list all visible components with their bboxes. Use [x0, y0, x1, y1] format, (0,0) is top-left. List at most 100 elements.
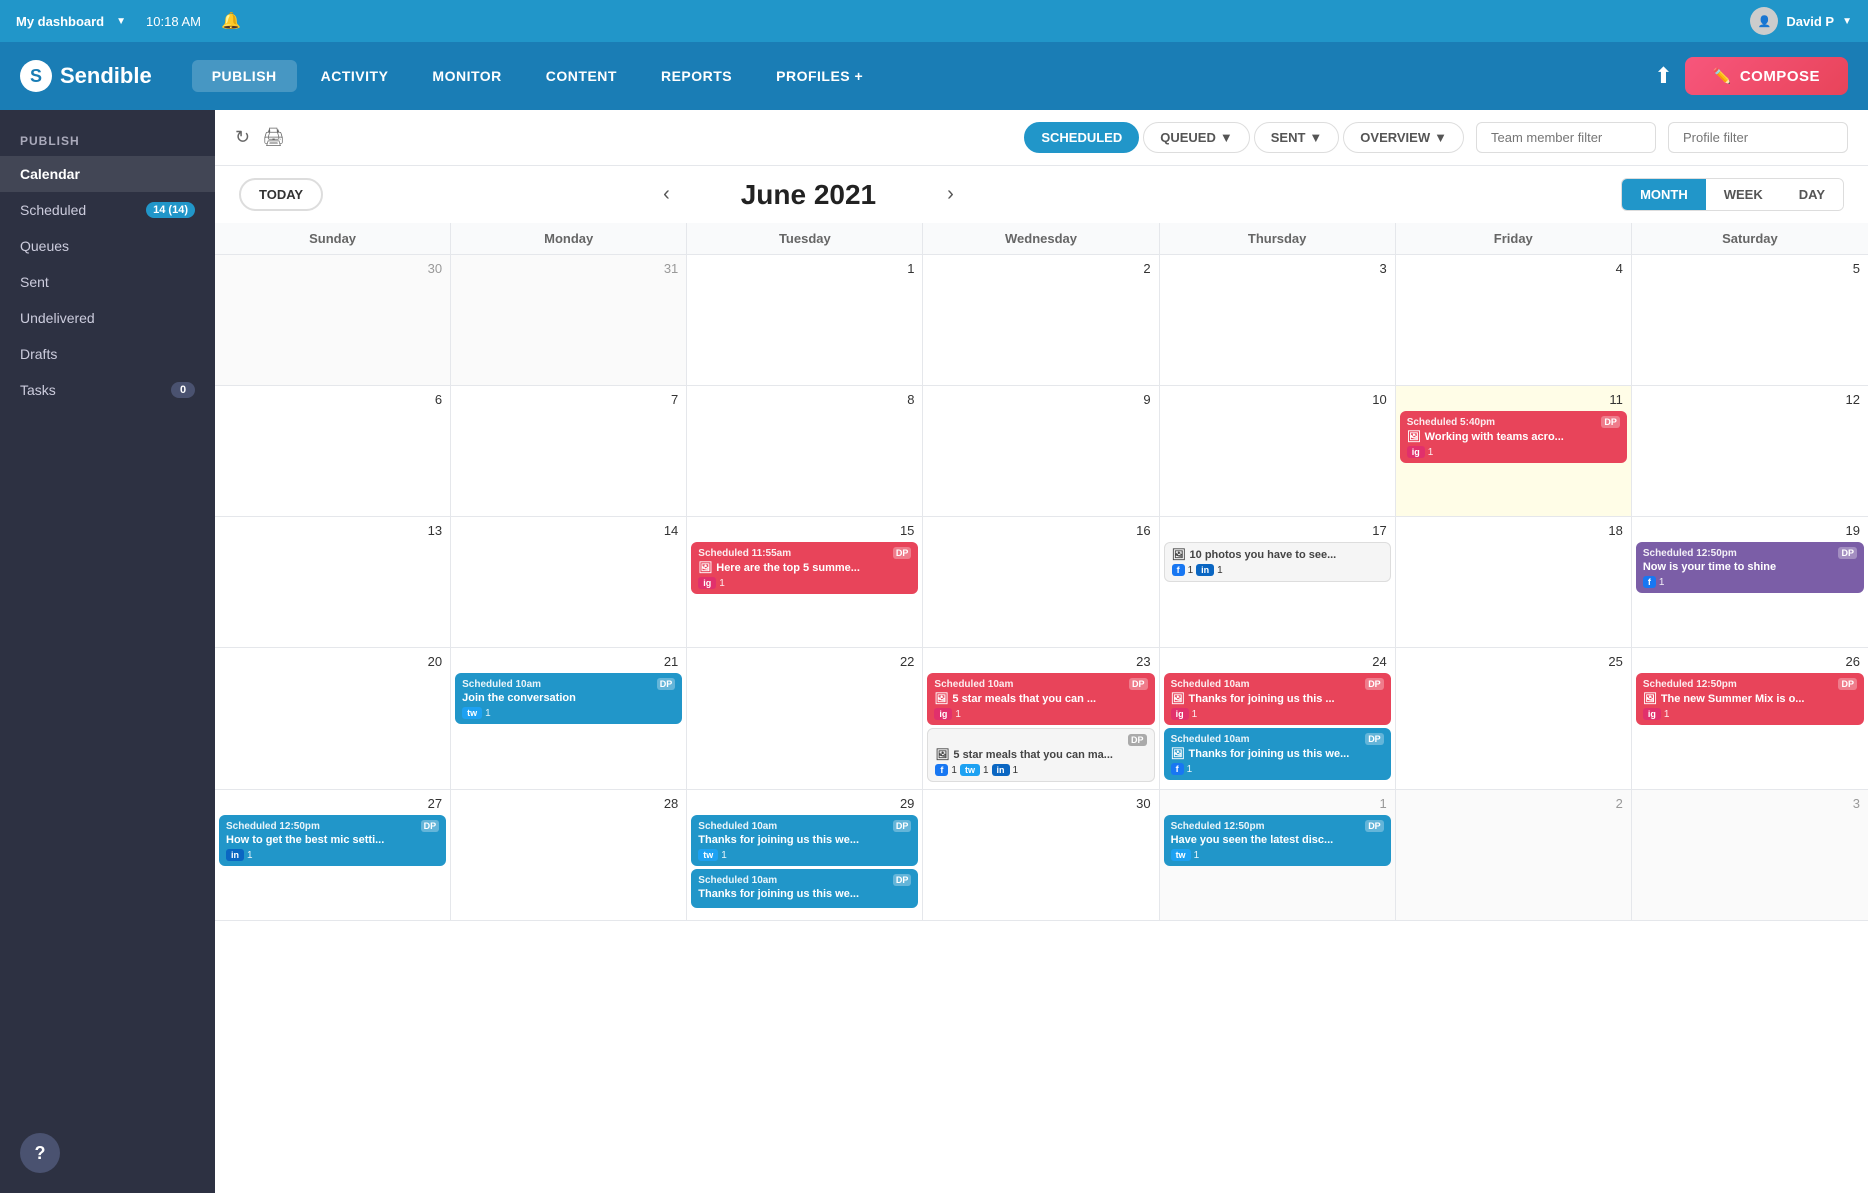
day-header-tuesday: Tuesday [687, 223, 923, 254]
event-title: Thanks for joining us this we... [698, 888, 911, 900]
cal-cell: 18 [1396, 517, 1632, 647]
tab-overview[interactable]: OVERVIEW ▼ [1343, 122, 1464, 153]
event-card[interactable]: Scheduled 12:50pm DP Have you seen the l… [1164, 815, 1391, 866]
event-dp: DP [893, 820, 912, 832]
dashboard-label[interactable]: My dashboard [16, 14, 104, 29]
nav-item-content[interactable]: CONTENT [526, 60, 637, 92]
sidebar-item-undelivered[interactable]: Undelivered [0, 300, 215, 336]
linkedin-badge: in [226, 849, 244, 861]
event-card[interactable]: Scheduled 11:55am DP 🖼Here are the top 5… [691, 542, 918, 594]
help-button[interactable]: ? [20, 1133, 60, 1173]
cal-cell: 17 🖼10 photos you have to see... f 1 in … [1160, 517, 1396, 647]
top-bar-time: 10:18 AM [146, 14, 201, 29]
sidebar-label-undelivered: Undelivered [20, 310, 195, 326]
facebook-badge: f [935, 764, 948, 776]
sidebar-item-queues[interactable]: Queues [0, 228, 215, 264]
calendar-month-title: June 2021 [698, 179, 918, 211]
cal-row-1: 30 31 1 2 3 4 5 [215, 255, 1868, 386]
event-time: Scheduled 11:55am [698, 548, 791, 559]
event-card[interactable]: Scheduled 12:50pm DP How to get the best… [219, 815, 446, 866]
prev-month-button[interactable]: ‹ [650, 179, 682, 211]
next-month-button[interactable]: › [934, 179, 966, 211]
view-week-button[interactable]: WEEK [1706, 179, 1781, 210]
sidebar-item-tasks[interactable]: Tasks 0 [0, 372, 215, 408]
event-dp: DP [1601, 416, 1620, 428]
social-count: 1 [1428, 447, 1434, 458]
cal-cell: 24 Scheduled 10am DP 🖼Thanks for joining… [1160, 648, 1396, 789]
nav-item-activity[interactable]: ACTIVITY [301, 60, 409, 92]
team-member-filter[interactable] [1476, 122, 1656, 153]
nav-item-monitor[interactable]: MONITOR [412, 60, 521, 92]
profile-filter[interactable] [1668, 122, 1848, 153]
event-card[interactable]: Scheduled 10am DP 🖼Thanks for joining us… [1164, 673, 1391, 725]
nav-item-reports[interactable]: REPORTS [641, 60, 752, 92]
event-card[interactable]: Scheduled 10am DP Thanks for joining us … [691, 815, 918, 866]
social-count: 1 [955, 709, 961, 720]
cal-cell: 28 [451, 790, 687, 920]
event-socials: ig 1 [698, 577, 911, 589]
event-dp: DP [1129, 678, 1148, 690]
event-card[interactable]: Scheduled 10am DP Join the conversation … [455, 673, 682, 724]
cal-cell: 3 [1160, 255, 1396, 385]
cal-date: 16 [927, 521, 1154, 540]
today-button[interactable]: TODAY [239, 178, 323, 211]
calendar-nav: ‹ June 2021 › [650, 179, 966, 211]
calendar-grid: Sunday Monday Tuesday Wednesday Thursday… [215, 223, 1868, 1193]
event-title: 🖼Working with teams acro... [1407, 430, 1620, 443]
cal-cell: 14 [451, 517, 687, 647]
sidebar-item-calendar[interactable]: Calendar [0, 156, 215, 192]
cal-date: 22 [691, 652, 918, 671]
event-card[interactable]: Scheduled 5:40pm DP 🖼Working with teams … [1400, 411, 1627, 463]
user-name[interactable]: David P [1786, 14, 1834, 29]
tab-sent[interactable]: SENT ▼ [1254, 122, 1340, 153]
content-area: ↻ 🖨 SCHEDULED QUEUED ▼ SENT ▼ OVERVIEW ▼… [215, 110, 1868, 1193]
logo[interactable]: S Sendible [20, 60, 152, 92]
event-socials: ig 1 [1643, 708, 1857, 720]
event-time: Scheduled 10am [1171, 734, 1250, 745]
upload-icon[interactable]: ⬆ [1654, 63, 1672, 89]
event-card[interactable]: Scheduled 10am DP 🖼5 star meals that you… [927, 673, 1154, 725]
cal-row-4: 20 21 Scheduled 10am DP Join the convers… [215, 648, 1868, 790]
event-time: Scheduled 5:40pm [1407, 417, 1495, 428]
print-icon[interactable]: 🖨 [262, 127, 285, 148]
instagram-badge: ig [1407, 446, 1425, 458]
sidebar-item-scheduled[interactable]: Scheduled 14 (14) [0, 192, 215, 228]
sidebar-item-drafts[interactable]: Drafts [0, 336, 215, 372]
event-time: Scheduled 10am [1171, 679, 1250, 690]
view-month-button[interactable]: MONTH [1622, 179, 1706, 210]
cal-date: 11 [1400, 390, 1627, 409]
event-socials: ig 1 [1171, 708, 1384, 720]
event-title: How to get the best mic setti... [226, 834, 439, 846]
bell-icon[interactable]: 🔔 [221, 11, 241, 31]
event-dp: DP [893, 874, 912, 886]
day-header-monday: Monday [451, 223, 687, 254]
compose-button[interactable]: ✏️ COMPOSE [1685, 57, 1848, 95]
instagram-badge: ig [698, 577, 716, 589]
event-socials: tw 1 [698, 849, 911, 861]
nav-item-publish[interactable]: PUBLISH [192, 60, 297, 92]
event-socials: f 1 tw 1 in 1 [935, 764, 1146, 776]
nav-items: PUBLISH ACTIVITY MONITOR CONTENT REPORTS… [192, 60, 1655, 92]
tab-queued[interactable]: QUEUED ▼ [1143, 122, 1250, 153]
event-card[interactable]: Scheduled 12:50pm DP Now is your time to… [1636, 542, 1864, 593]
event-card[interactable]: Scheduled 12:50pm DP 🖼The new Summer Mix… [1636, 673, 1864, 725]
event-socials: in 1 [226, 849, 439, 861]
event-card[interactable]: Scheduled 10am DP Thanks for joining us … [691, 869, 918, 908]
sidebar-item-sent[interactable]: Sent [0, 264, 215, 300]
day-header-saturday: Saturday [1632, 223, 1868, 254]
nav-item-profiles[interactable]: PROFILES + [756, 60, 883, 92]
refresh-icon[interactable]: ↻ [235, 127, 250, 148]
cal-cell: 8 [687, 386, 923, 516]
day-header-friday: Friday [1396, 223, 1632, 254]
view-day-button[interactable]: DAY [1781, 179, 1843, 210]
cal-cell: 1 Scheduled 12:50pm DP Have you seen the… [1160, 790, 1396, 920]
event-card[interactable]: Scheduled 10am DP 🖼Thanks for joining us… [1164, 728, 1391, 780]
event-socials: tw 1 [1171, 849, 1384, 861]
cal-date: 30 [219, 259, 446, 278]
event-card[interactable]: 🖼10 photos you have to see... f 1 in 1 [1164, 542, 1391, 582]
event-card[interactable]: DP 🖼5 star meals that you can ma... f 1 … [927, 728, 1154, 782]
cal-date: 1 [691, 259, 918, 278]
tab-scheduled[interactable]: SCHEDULED [1024, 122, 1139, 153]
linkedin-badge: in [992, 764, 1010, 776]
cal-cell: 30 [923, 790, 1159, 920]
